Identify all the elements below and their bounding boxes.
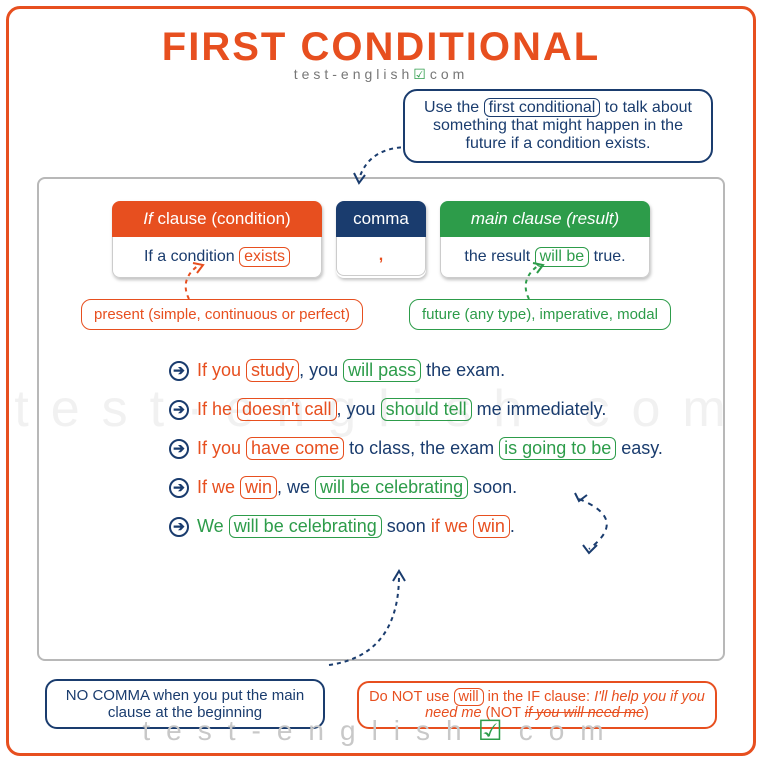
arrow-bullet-icon: ➔	[169, 361, 189, 381]
page-title: FIRST CONDITIONAL	[9, 25, 753, 70]
footer-logo: test-english☑com	[9, 714, 753, 747]
example-line: ➔If he doesn't call, you should tell me …	[169, 398, 713, 421]
example-line: ➔We will be celebrating soon if we win.	[169, 515, 713, 538]
arrow-bullet-icon: ➔	[169, 517, 189, 537]
examples-list: ➔If you study, you will pass the exam. ➔I…	[169, 359, 713, 554]
frame: FIRST CONDITIONAL test-english☑com Use t…	[6, 6, 756, 756]
subtitle-logo: test-english☑com	[9, 66, 753, 83]
arrow-bullet-icon: ➔	[169, 478, 189, 498]
arrow-bullet-icon: ➔	[169, 400, 189, 420]
example-line: ➔If you study, you will pass the exam.	[169, 359, 713, 382]
tense-orange-box: present (simple, continuous or perfect)	[81, 299, 363, 330]
main-clause-card: main clause (result) the result will be …	[440, 201, 650, 278]
example-line: ➔If we win, we will be celebrating soon.	[169, 476, 713, 499]
comma-card: comma ,	[336, 201, 426, 278]
if-clause-card: If clause (condition) If a condition exi…	[112, 201, 322, 278]
intro-callout: Use the first conditional to talk about …	[403, 89, 713, 163]
example-line: ➔If you have come to class, the exam is …	[169, 437, 713, 460]
arrow-bullet-icon: ➔	[169, 439, 189, 459]
tense-green-box: future (any type), imperative, modal	[409, 299, 671, 330]
